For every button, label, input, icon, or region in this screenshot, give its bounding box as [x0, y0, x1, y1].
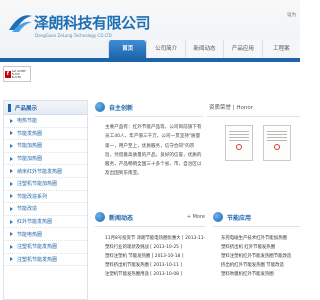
sidebar-item[interactable]: 节能加热圈 [4, 140, 87, 153]
sidebar-header: 产品展示 [4, 101, 87, 115]
apps-title: 节能应用 [227, 214, 252, 222]
sidebar-item[interactable]: 节能电热圈 [4, 228, 87, 241]
certificate-image[interactable] [225, 125, 253, 161]
divider [207, 116, 300, 117]
seal-icon [236, 144, 242, 150]
about-header: 自主创新 [95, 100, 203, 114]
nav-home[interactable]: 首页 [108, 40, 147, 58]
sidebar-item[interactable]: 节能发热圈 [4, 128, 87, 141]
sidebar-item[interactable]: 纳米红外节能发热圈 [4, 165, 87, 178]
product-sidebar: 产品展示 电热节能 节能发热圈 节能加热圈 节能加热圈 纳米红外节能发热圈 注塑… [3, 100, 88, 300]
company-name[interactable]: 泽朗科技有限公司 [34, 12, 151, 33]
about-title: 自主创新 [109, 104, 134, 112]
nav-cases[interactable]: 工程案 [261, 40, 301, 58]
sidebar-item[interactable]: 注塑机节能加热圈 [4, 178, 87, 191]
globe-icon [95, 212, 105, 222]
main-nav: 首页 公司简介 新闻动态 产品应用 工程案 [108, 40, 301, 58]
honor-section: 资质荣誉 | Honor [207, 100, 300, 185]
news-item[interactable]: 塑料注塑机 节能发热圈 [ 2013-10-18 ] [105, 252, 205, 261]
certificate-image[interactable] [263, 125, 291, 161]
honor-title: 资质荣誉 | Honor [209, 105, 253, 111]
news-title: 新闻动态 [109, 214, 134, 222]
company-english-name: DongGuan ZeLang Technology CO.LTD [35, 33, 112, 38]
nav-products[interactable]: 产品应用 [223, 40, 262, 58]
apps-list: 东莞电磁生产技术红外节能加热圈 塑料挤出机 红外节能发热圈 塑料注塑机红外节能发… [213, 234, 300, 279]
sidebar-item[interactable]: 节能加热圈 [4, 153, 87, 166]
news-item[interactable]: 11月8号投资节 泽朗节能电热圈优惠大 [ 2013-11-08 ] [105, 234, 205, 243]
arrow-right-icon [10, 118, 13, 123]
arrow-right-icon [10, 143, 13, 148]
sidebar-item[interactable]: 节能改造 [4, 203, 87, 216]
apps-header: 节能应用 [213, 210, 300, 224]
company-logo-icon [9, 15, 32, 32]
app-item[interactable]: 塑料挤出机 红外节能发热圈 [221, 243, 300, 252]
news-item[interactable]: 塑料行业的现状及挑战 [ 2013-10-25 ] [105, 243, 205, 252]
arrow-right-icon [10, 219, 13, 224]
app-item[interactable]: 东莞电磁生产技术红外节能加热圈 [221, 234, 300, 243]
sidebar-list: 电热节能 节能发热圈 节能加热圈 节能加热圈 纳米红外节能发热圈 注塑机节能加热… [4, 115, 87, 267]
arrow-right-icon [10, 169, 13, 174]
news-section: 新闻动态 + More 11月8号投资节 泽朗节能电热圈优惠大 [ 2013-1… [95, 210, 205, 295]
divider [213, 226, 300, 227]
globe-icon [213, 212, 223, 222]
set-homepage-link[interactable]: 设为 [287, 12, 296, 18]
flash-icon: f [5, 70, 11, 78]
arrow-right-icon [10, 257, 13, 262]
arrow-right-icon [10, 232, 13, 237]
sidebar-header-marker [8, 103, 11, 112]
arrow-right-icon [10, 206, 13, 211]
nav-about[interactable]: 公司简介 [146, 40, 185, 58]
arrow-right-icon [10, 181, 13, 186]
arrow-right-icon [10, 194, 13, 199]
news-list: 11月8号投资节 泽朗节能电热圈优惠大 [ 2013-11-08 ] 塑料行业的… [95, 234, 205, 279]
honor-header: 资质荣誉 | Honor [207, 100, 300, 114]
sidebar-item[interactable]: 节能改造系列 [4, 191, 87, 204]
news-header: 新闻动态 + More [95, 210, 205, 224]
flash-line-2: FLASH PLAYER [11, 72, 22, 79]
news-more-link[interactable]: + More [187, 214, 205, 220]
globe-icon [95, 102, 105, 112]
about-section: 自主创新 主要产品有：红外节能产品等。公司目前旗下有员工40人，年产值三千万。公… [95, 100, 203, 185]
about-text: 主要产品有：红外节能产品等。公司目前旗下有员工40人，年产值三千万。公司一贯坚持… [105, 125, 202, 177]
news-item[interactable]: 注塑机节能发热圈用途 [ 2013-10-08 ] [105, 270, 205, 279]
divider [95, 116, 203, 117]
flash-player-badge[interactable]: f Get ADOBE FLASH PLAYER [3, 66, 31, 82]
certificate-gallery [225, 125, 291, 161]
sidebar-item[interactable]: 注塑机节能发热圈 [4, 254, 87, 267]
app-item[interactable]: 塑料注塑机红外节能发热圈节能改造 [221, 252, 300, 261]
seal-icon [274, 144, 280, 150]
sidebar-title: 产品展示 [15, 105, 38, 112]
sidebar-item[interactable]: 注塑机节能发热圈 [4, 241, 87, 254]
arrow-right-icon [10, 131, 13, 136]
news-item[interactable]: 塑料挤出机节能发热圈 [ 2013-10-11 ] [105, 261, 205, 270]
sidebar-item[interactable]: 红外节能发热圈 [4, 216, 87, 229]
arrow-right-icon [10, 156, 13, 161]
app-item[interactable]: 挤出机红外节能发热圈 节能改造 [221, 261, 300, 270]
arrow-right-icon [10, 244, 13, 249]
divider [95, 226, 205, 227]
applications-section: 节能应用 东莞电磁生产技术红外节能加热圈 塑料挤出机 红外节能发热圈 塑料注塑机… [213, 210, 300, 295]
nav-underline-bar [0, 58, 300, 62]
nav-news[interactable]: 新闻动态 [184, 40, 224, 58]
app-item[interactable]: 塑料吹膜机红外节能发热圈 [221, 270, 300, 279]
sidebar-item[interactable]: 电热节能 [4, 115, 87, 128]
